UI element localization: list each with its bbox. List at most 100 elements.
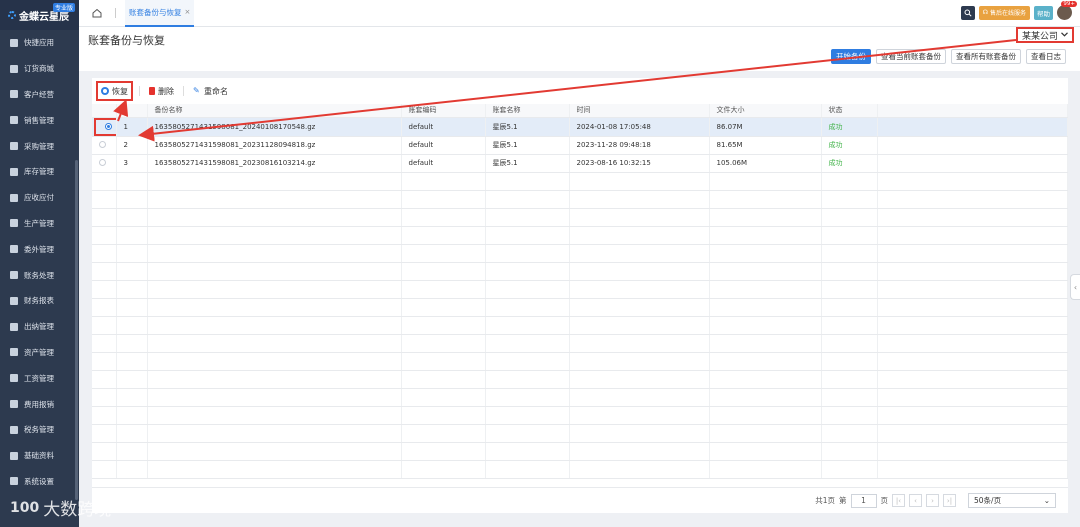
total-pages: 共1页	[815, 496, 835, 505]
help-button[interactable]: 帮助	[1034, 5, 1053, 20]
first-page-icon[interactable]: |‹	[892, 494, 905, 507]
sidebar-scrollbar[interactable]	[75, 160, 78, 500]
tab-close-icon[interactable]: ×	[185, 8, 191, 16]
sidebar-item[interactable]: 账务处理	[0, 262, 79, 288]
empty-cell	[485, 208, 570, 227]
row-radio[interactable]	[99, 140, 106, 148]
view-current-backup-button[interactable]: 查看当前账套备份	[876, 49, 946, 64]
pagination: 共1页 第 1 页 |‹ ‹ › ›| 50条/页 ⌄	[92, 487, 1068, 513]
company-select[interactable]: 某某公司	[1015, 27, 1074, 43]
row-radio[interactable]	[99, 158, 106, 166]
empty-cell	[821, 280, 878, 299]
trash-icon	[149, 87, 155, 95]
empty-cell	[401, 460, 486, 479]
last-page-icon[interactable]: ›|	[943, 494, 956, 507]
empty-cell	[569, 190, 710, 209]
empty-cell	[709, 388, 822, 407]
sidebar-item[interactable]: 客户经营	[0, 82, 79, 108]
sidebar-item[interactable]: 库存管理	[0, 159, 79, 185]
chevron-down-icon: ⌄	[1043, 496, 1050, 505]
empty-cell	[116, 424, 148, 443]
online-service-button[interactable]: ☊ 售后在线服务	[978, 5, 1030, 20]
menu-icon	[10, 219, 18, 228]
headset-icon: ☊	[982, 9, 988, 16]
empty-cell	[821, 460, 878, 479]
restore-label: 恢复	[112, 86, 128, 96]
cell-status: 成功	[821, 136, 878, 155]
sidebar-item[interactable]: 应收应付	[0, 185, 79, 211]
empty-cell	[569, 226, 710, 245]
menu-icon	[10, 245, 18, 254]
rename-button[interactable]: ✎ 重命名	[190, 81, 231, 101]
sidebar-item[interactable]: 系统设置	[0, 469, 79, 495]
sidebar-item[interactable]: 生产管理	[0, 211, 79, 237]
collapse-panel-icon[interactable]: ‹	[1070, 274, 1080, 300]
sidebar-item[interactable]: 资产管理	[0, 340, 79, 366]
sidebar-item[interactable]: 销售管理	[0, 107, 79, 133]
view-all-backup-button[interactable]: 查看所有账套备份	[951, 49, 1021, 64]
avatar[interactable]: 99+	[1057, 1, 1077, 20]
sidebar-item[interactable]: 委外管理	[0, 236, 79, 262]
empty-row	[92, 352, 1068, 371]
empty-cell	[92, 370, 117, 389]
menu-icon	[10, 90, 18, 99]
home-icon[interactable]	[91, 7, 103, 19]
empty-cell	[116, 352, 148, 371]
tab-backup-restore[interactable]: 账套备份与恢复 ×	[125, 0, 195, 27]
empty-cell	[147, 370, 402, 389]
search-icon[interactable]	[960, 5, 975, 20]
sidebar-item[interactable]: 费用报销	[0, 391, 79, 417]
prev-page-icon[interactable]: ‹	[909, 494, 922, 507]
sidebar-item[interactable]: 工资管理	[0, 365, 79, 391]
menu-icon	[10, 64, 18, 73]
empty-cell	[485, 406, 570, 425]
table-row[interactable]: 1 1635805271431598081_20240108170548.gz de…	[92, 117, 1068, 137]
empty-cell	[401, 388, 486, 407]
sidebar-item[interactable]: 订货商城	[0, 56, 79, 82]
menu-icon	[10, 425, 18, 434]
table-row[interactable]: 3 1635805271431598081_20230816103214.gz de…	[92, 154, 1068, 173]
empty-cell	[877, 280, 1068, 299]
row-index: 3	[116, 154, 148, 173]
sidebar-item-label: 资产管理	[24, 347, 54, 357]
sidebar-item[interactable]: 采购管理	[0, 133, 79, 159]
empty-cell	[485, 334, 570, 353]
empty-cell	[116, 370, 148, 389]
sidebar-item[interactable]: 财务报表	[0, 288, 79, 314]
empty-cell	[709, 442, 822, 461]
empty-cell	[709, 262, 822, 281]
empty-row	[92, 262, 1068, 281]
empty-cell	[116, 226, 148, 245]
empty-cell	[485, 280, 570, 299]
empty-cell	[877, 208, 1068, 227]
empty-cell	[147, 406, 402, 425]
row-radio[interactable]	[104, 123, 112, 130]
sidebar-item[interactable]: 税务管理	[0, 417, 79, 443]
edition-badge: 专业版	[52, 3, 75, 12]
menu-icon	[10, 38, 18, 47]
sidebar-item-label: 基础资料	[24, 451, 54, 461]
empty-cell	[147, 262, 402, 281]
page-size-select[interactable]: 50条/页 ⌄	[968, 493, 1056, 508]
empty-cell	[877, 442, 1068, 461]
page-number-input[interactable]: 1	[850, 493, 877, 508]
empty-row	[92, 370, 1068, 389]
sidebar-item[interactable]: 快捷应用	[0, 30, 79, 56]
cell-time: 2024-01-08 17:05:48	[569, 117, 710, 137]
view-log-button[interactable]: 查看日志	[1026, 49, 1066, 64]
empty-cell	[821, 262, 878, 281]
next-page-icon[interactable]: ›	[926, 494, 939, 507]
toolbar-divider	[183, 86, 184, 96]
empty-cell	[401, 244, 486, 263]
restore-button[interactable]: 恢复	[96, 81, 133, 101]
delete-button[interactable]: 删除	[146, 81, 177, 101]
empty-cell	[147, 460, 402, 479]
sidebar-item[interactable]: 基础资料	[0, 443, 79, 469]
empty-cell	[877, 316, 1068, 335]
sidebar-item[interactable]: 出纳管理	[0, 314, 79, 340]
cell-acct-name: 星辰5.1	[485, 136, 570, 155]
table-row[interactable]: 2 1635805271431598081_20231128094818.gz de…	[92, 136, 1068, 155]
brand-logo[interactable]: 金蝶云星辰 专业版	[0, 0, 79, 30]
empty-cell	[147, 334, 402, 353]
start-backup-button[interactable]: 开始备份	[831, 49, 871, 64]
